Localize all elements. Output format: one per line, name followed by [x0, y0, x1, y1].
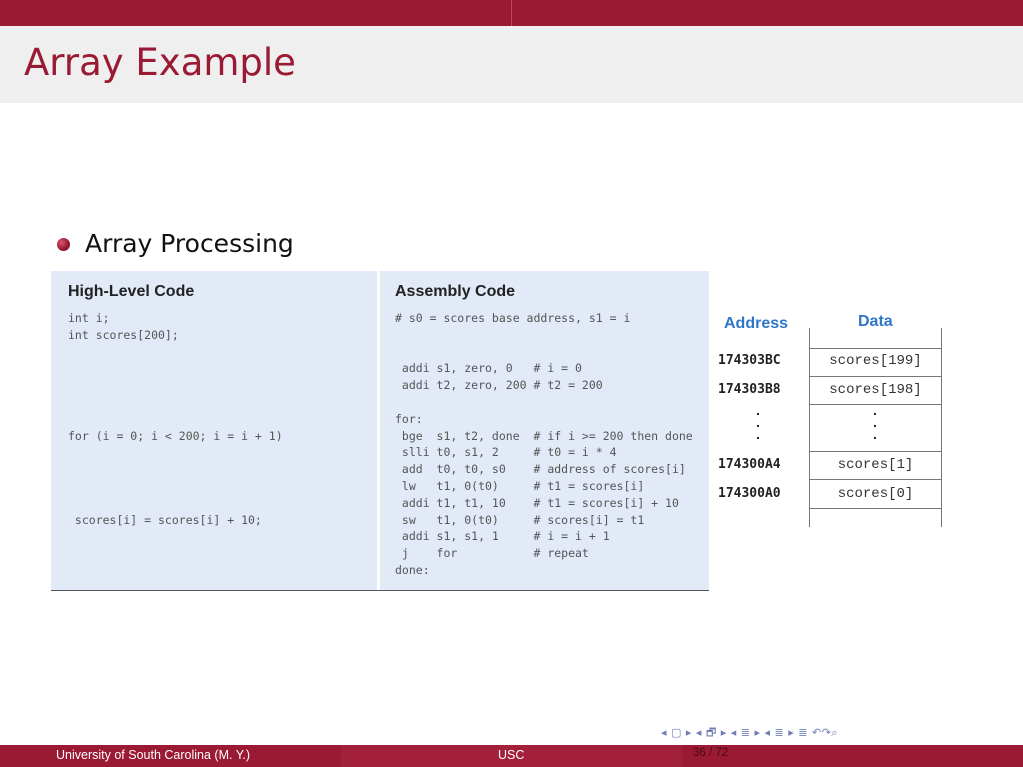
- high-level-header: High-Level Code: [68, 283, 195, 300]
- memory-row-line: [809, 376, 942, 377]
- memory-address: 174303BC: [718, 353, 781, 368]
- address-ellipsis: . . .: [753, 404, 763, 444]
- memory-address: 174303B8: [718, 382, 781, 397]
- data-ellipsis: . . .: [870, 404, 880, 444]
- memory-address: 174300A0: [718, 486, 781, 501]
- code-line: int i;: [68, 311, 110, 325]
- bullet-icon: [57, 238, 70, 251]
- code-line: for (i = 0; i < 200; i = i + 1): [68, 428, 283, 443]
- page-number: 36 / 72: [693, 747, 729, 759]
- code-line: bge s1, t2, done # if i >= 200 then done: [395, 428, 693, 443]
- code-line: lw t1, 0(t0) # t1 = scores[i]: [395, 478, 645, 493]
- high-level-code: int i; int scores[200]; for (i = 0; i < 2…: [68, 310, 283, 528]
- footer-short-title: USC: [498, 748, 525, 762]
- memory-right-border: [941, 328, 942, 527]
- memory-row-line: [809, 451, 942, 452]
- data-header: Data: [858, 313, 893, 330]
- code-table: High-Level Code Assembly Code int i; int …: [51, 271, 709, 591]
- top-bar: [0, 0, 1023, 26]
- code-line: scores[i] = scores[i] + 10;: [68, 512, 262, 527]
- memory-data: scores[0]: [837, 486, 914, 502]
- address-header: Address: [724, 315, 789, 332]
- code-line: slli t0, s1, 2 # t0 = i * 4: [395, 445, 617, 460]
- code-line: sw t1, 0(t0) # scores[i] = t1: [395, 512, 645, 527]
- column-divider: [377, 271, 380, 590]
- code-line: j for # repeat: [395, 546, 589, 561]
- bullet-text: Array Processing: [85, 229, 294, 258]
- code-line: addi t1, t1, 10 # t1 = scores[i] + 10: [395, 495, 679, 510]
- beamer-navigation[interactable]: ◂ ▢ ▸ ◂ 🗗 ▸ ◂ ≣ ▸ ◂ ≣ ▸ ≣ ↶↷⌕: [661, 724, 838, 743]
- code-line: for:: [395, 411, 423, 426]
- memory-data: scores[199]: [829, 353, 922, 369]
- memory-row-line: [809, 508, 942, 509]
- memory-address: 174300A4: [718, 457, 781, 472]
- code-line: # s0 = scores base address, s1 = i: [395, 311, 631, 325]
- top-bar-separator: [511, 0, 512, 26]
- memory-row-line: [809, 348, 942, 349]
- footer-bar: University of South Carolina (M. Y.) USC: [0, 745, 1023, 767]
- code-line: done:: [395, 562, 430, 577]
- code-line: add t0, t0, s0 # address of scores[i]: [395, 462, 686, 477]
- code-line: addi s1, zero, 0 # i = 0: [395, 361, 582, 376]
- slide-title: Array Example: [24, 41, 296, 84]
- code-line: addi t2, zero, 200 # t2 = 200: [395, 378, 603, 393]
- footer-right-segment: [682, 745, 1023, 767]
- memory-data: scores[1]: [837, 457, 914, 473]
- assembly-header: Assembly Code: [395, 283, 516, 300]
- memory-data: scores[198]: [829, 382, 922, 398]
- assembly-code: # s0 = scores base address, s1 = i addi …: [395, 310, 693, 579]
- code-line: int scores[200];: [68, 327, 179, 342]
- code-line: addi s1, s1, 1 # i = i + 1: [395, 529, 610, 544]
- memory-row-line: [809, 479, 942, 480]
- memory-diagram: Address Data 174303BC scores[199] 174303…: [714, 308, 954, 538]
- footer-institution: University of South Carolina (M. Y.): [56, 748, 251, 762]
